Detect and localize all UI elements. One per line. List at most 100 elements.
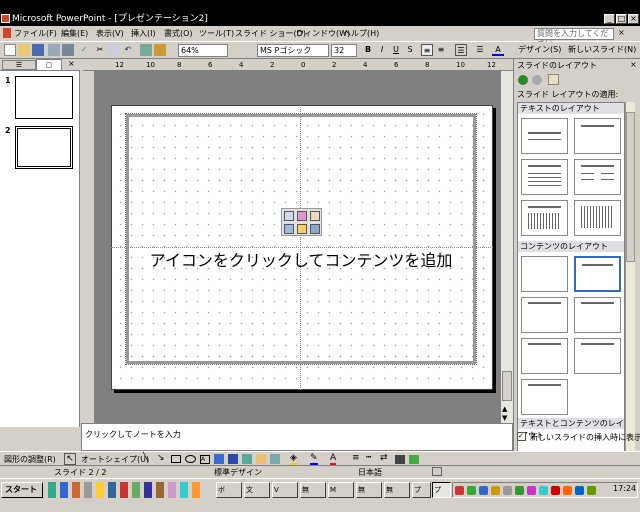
3d-style-icon[interactable]: [409, 455, 419, 464]
content-placeholder[interactable]: [125, 113, 477, 365]
insert-table-icon[interactable]: [284, 211, 294, 221]
doc-icon[interactable]: [3, 28, 11, 38]
taskbar-item[interactable]: 無: [300, 482, 326, 498]
layout-two-content[interactable]: [574, 297, 621, 333]
tray-icon[interactable]: [587, 486, 596, 495]
minimize-button[interactable]: _: [604, 14, 615, 24]
tray-icon[interactable]: [515, 486, 524, 495]
task-pane-scrollbar[interactable]: [625, 102, 635, 470]
layout-title-slide[interactable]: [521, 118, 568, 154]
layout-content-selected[interactable]: [574, 256, 621, 292]
taskbar-item[interactable]: M: [328, 482, 354, 498]
tray-icon[interactable]: [539, 486, 548, 495]
close-pane-icon[interactable]: ×: [68, 59, 75, 68]
arrow-style-icon[interactable]: ⇄: [380, 453, 388, 463]
tray-icon[interactable]: [563, 486, 572, 495]
dash-style-icon[interactable]: ┅: [366, 453, 371, 463]
home-icon[interactable]: [548, 74, 559, 85]
menu-format[interactable]: 書式(O): [164, 28, 193, 39]
scroll-thumb[interactable]: [502, 371, 512, 401]
line-icon[interactable]: ╲: [143, 453, 148, 463]
quicklaunch-icon[interactable]: [108, 482, 116, 498]
fill-color-icon[interactable]: ◈: [290, 453, 297, 465]
shadow-style-icon[interactable]: [395, 455, 405, 464]
close-button[interactable]: ×: [628, 14, 639, 24]
shadow-button[interactable]: S: [404, 44, 416, 56]
back-icon[interactable]: [518, 75, 528, 85]
draw-menu-button[interactable]: 図形の調整(R): [4, 454, 56, 465]
align-center-icon[interactable]: ≡: [435, 44, 447, 56]
tray-icon[interactable]: [455, 486, 464, 495]
chart-icon[interactable]: [140, 44, 152, 56]
quicklaunch-icon[interactable]: [96, 482, 104, 498]
design-button[interactable]: デザイン(S): [516, 44, 566, 57]
quicklaunch-icon[interactable]: [180, 482, 188, 498]
tab-slides[interactable]: ▢: [36, 59, 62, 71]
menu-insert[interactable]: 挿入(I): [131, 28, 156, 39]
textbox-icon[interactable]: A: [200, 455, 210, 464]
tab-outline[interactable]: ☰: [2, 60, 36, 70]
font-size-select[interactable]: 32: [331, 44, 357, 57]
insert-picture-icon[interactable]: [284, 224, 294, 234]
layout-blank[interactable]: [521, 256, 568, 292]
spelling-icon[interactable]: ✓: [78, 44, 90, 56]
line-style-icon[interactable]: ≡: [352, 453, 360, 463]
tray-icon[interactable]: [575, 486, 584, 495]
notes-pane[interactable]: クリックしてノートを入力: [81, 423, 513, 451]
save-icon[interactable]: [32, 44, 44, 56]
quicklaunch-icon[interactable]: [132, 482, 140, 498]
layout-title-text[interactable]: [521, 159, 568, 195]
font-select[interactable]: MS Pゴシック: [257, 44, 329, 57]
select-objects-icon[interactable]: ↖: [64, 453, 76, 465]
taskbar-item-active[interactable]: プ: [432, 482, 451, 498]
new-icon[interactable]: [4, 44, 16, 56]
taskbar-item[interactable]: 文: [244, 482, 270, 498]
layout-title-content[interactable]: [521, 297, 568, 333]
next-slide-icon[interactable]: ▼: [502, 414, 512, 422]
insert-chart-icon[interactable]: [297, 211, 307, 221]
wordart-icon[interactable]: [228, 454, 238, 464]
arrow-icon[interactable]: ↘: [157, 453, 165, 463]
help-search-input[interactable]: 質問を入力してください: [534, 28, 614, 48]
taskbar-item[interactable]: ボ: [216, 482, 242, 498]
quicklaunch-icon[interactable]: [120, 482, 128, 498]
quicklaunch-icon[interactable]: [156, 482, 164, 498]
diagram-icon[interactable]: [242, 454, 252, 464]
bold-button[interactable]: B: [362, 44, 374, 56]
layout-vertical-title-text[interactable]: [574, 200, 621, 236]
menu-edit[interactable]: 編集(E): [61, 28, 88, 39]
close-task-pane-icon[interactable]: ×: [630, 60, 637, 69]
quicklaunch-icon[interactable]: [168, 482, 176, 498]
quicklaunch-icon[interactable]: [48, 482, 56, 498]
layout-two-column-text[interactable]: [574, 159, 621, 195]
autoshapes-button[interactable]: オートシェイプ(U): [81, 454, 149, 465]
menu-help[interactable]: ヘルプ(H): [343, 28, 379, 39]
taskbar-item[interactable]: 無: [384, 482, 410, 498]
layout-content-two-content[interactable]: [574, 338, 621, 374]
insert-clipart-icon[interactable]: [310, 211, 320, 221]
font-color-icon[interactable]: A: [492, 44, 504, 56]
forward-icon[interactable]: [532, 75, 542, 85]
maximize-button[interactable]: □: [616, 14, 627, 24]
zoom-select[interactable]: 64%: [178, 44, 228, 57]
tray-icon[interactable]: [551, 486, 560, 495]
quicklaunch-icon[interactable]: [72, 482, 80, 498]
vertical-textbox-icon[interactable]: [214, 454, 224, 464]
numbering-icon[interactable]: ☰: [455, 44, 467, 56]
picture-icon[interactable]: [270, 454, 280, 464]
previous-slide-icon[interactable]: ▲: [502, 405, 512, 413]
preview-icon[interactable]: [62, 44, 74, 56]
line-color-icon[interactable]: ✎: [310, 453, 318, 465]
layout-title-only[interactable]: [574, 118, 621, 154]
slide-thumbnail[interactable]: [15, 76, 73, 119]
quicklaunch-icon[interactable]: [60, 482, 68, 498]
scroll-thumb[interactable]: [626, 112, 635, 262]
print-icon[interactable]: [48, 44, 60, 56]
tray-icon[interactable]: [527, 486, 536, 495]
tray-icon[interactable]: [467, 486, 476, 495]
italic-button[interactable]: I: [376, 44, 388, 56]
new-slide-button[interactable]: 新しいスライド(N): [566, 44, 638, 57]
quicklaunch-icon[interactable]: [84, 482, 92, 498]
rectangle-icon[interactable]: [171, 455, 181, 463]
layout-four-content[interactable]: [521, 379, 568, 415]
